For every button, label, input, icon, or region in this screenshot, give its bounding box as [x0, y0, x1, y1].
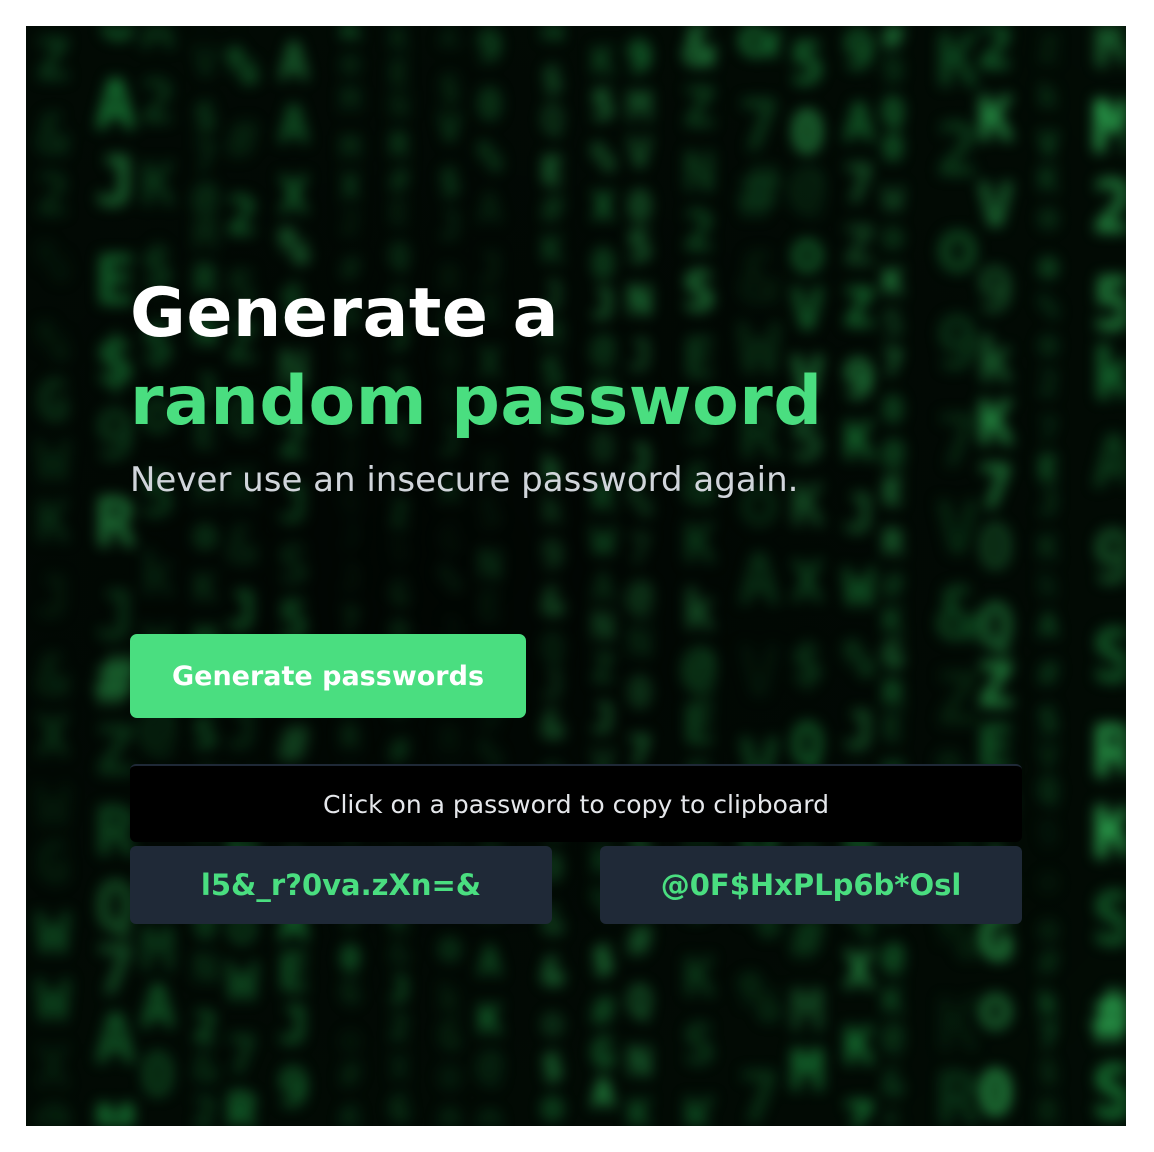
- password-option-1[interactable]: l5&_r?0va.zXn=&: [130, 846, 552, 924]
- title-line-1: Generate a: [130, 274, 560, 353]
- password-option-2[interactable]: @0F$HxPLp6b*Osl: [600, 846, 1022, 924]
- title-line-2: random password: [130, 362, 823, 441]
- page-subtitle: Never use an insecure password again.: [130, 460, 799, 500]
- background-overlay: [26, 26, 1126, 1126]
- hero-card: JZ&2%%GWKJ&XWGWWX@MGAJE$9RJ#ZRQ7AMJA2K$$…: [26, 26, 1126, 1126]
- generate-passwords-button[interactable]: Generate passwords: [130, 634, 526, 718]
- copy-hint-banner: Click on a password to copy to clipboard: [130, 764, 1022, 842]
- main-content: Generate a random password Never use an …: [130, 270, 1022, 924]
- page-title: Generate a random password: [130, 270, 1022, 446]
